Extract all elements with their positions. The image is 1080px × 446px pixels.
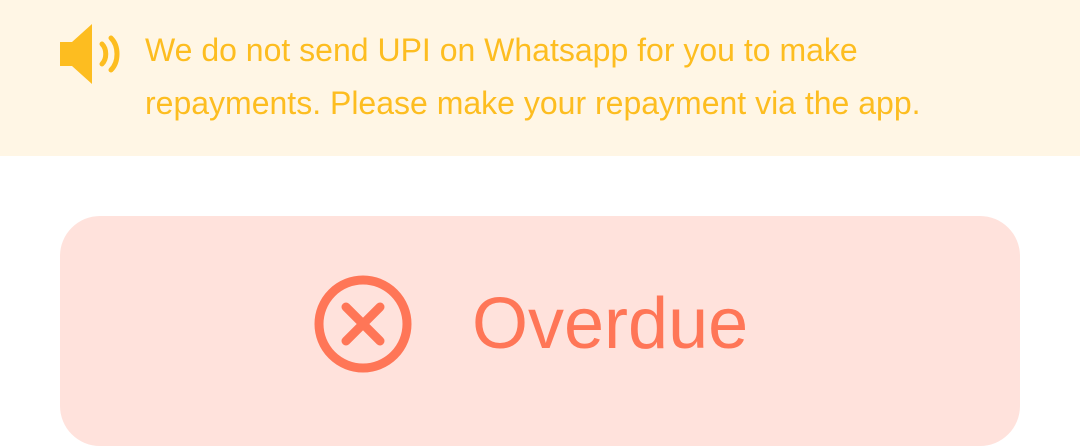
status-label: Overdue [472,284,749,364]
speaker-icon [60,24,120,84]
notice-text: We do not send UPI on Whatsapp for you t… [145,32,921,121]
close-circle-icon [314,275,412,373]
overdue-status-card: Overdue [60,216,1020,446]
repayment-notice-banner: We do not send UPI on Whatsapp for you t… [0,0,1080,156]
